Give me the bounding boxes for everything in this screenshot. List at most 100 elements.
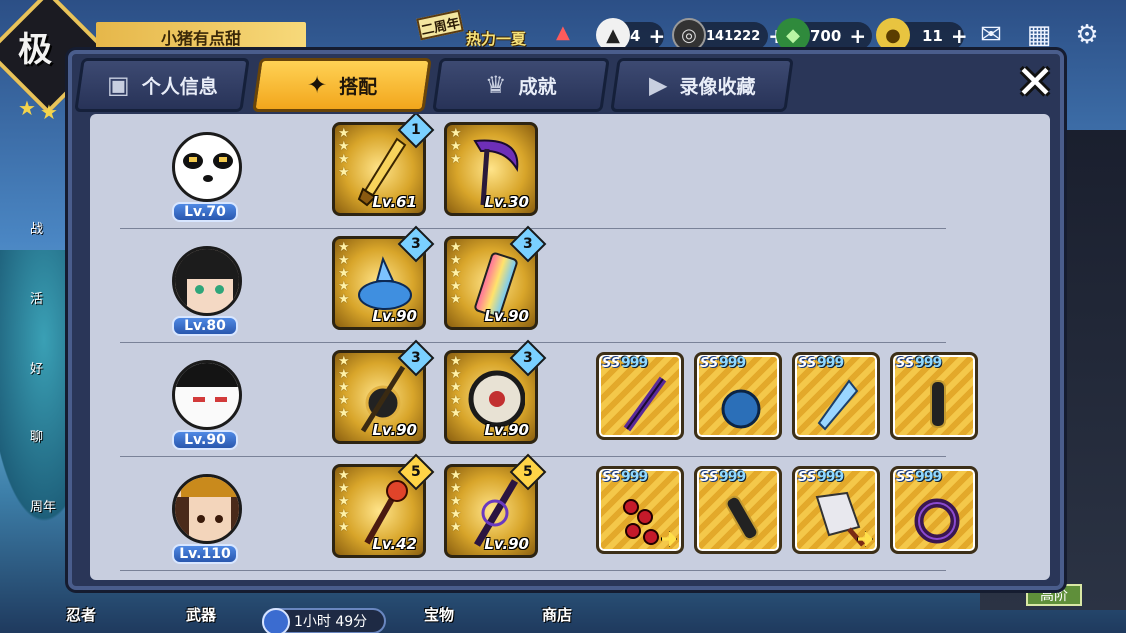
star-rating: ★ ★ ★	[450, 126, 462, 167]
weapon-card[interactable]: ★ ★ ★ Lv.30	[444, 122, 538, 216]
weapon-level: Lv.90	[484, 535, 529, 553]
weapon-level: Lv.90	[372, 421, 417, 439]
nav-ninja[interactable]: 忍者	[66, 604, 96, 625]
ninja-level: Lv.70	[172, 202, 238, 222]
lineup-row: Lv.90 ★ ★ ★ ★ ★ 3 Lv.90 ★ ★ ★ ★ ★ 3 Lv.90	[90, 339, 1050, 456]
weapon-card[interactable]: ★ ★ ★ ★ ★ 3 Lv.90	[332, 225, 435, 330]
lineup-row: Lv.110 ★ ★ ★ ★ ★ 5 Lv.42 ★ ★ ★ ★ ★ 5 Lv.90	[90, 453, 1050, 570]
scroll-grade: SS	[700, 356, 719, 371]
scroll-grade: SS	[896, 470, 915, 485]
row-divider	[120, 570, 946, 571]
lineup-panel: Lv.70 ★ ★ ★ ★ 1 Lv.61 ★ ★ ★ Lv.30 Lv.80 …	[90, 114, 1050, 580]
currency-coin[interactable]: ◎ 141222 +	[672, 18, 785, 52]
weapon-card[interactable]: ★ ★ ★ ★ ★ 3 Lv.90	[332, 339, 435, 444]
shop-icon[interactable]: ▦	[1020, 18, 1058, 52]
watermelon-icon: ▲	[556, 22, 570, 43]
weapon-card[interactable]: ★ ★ ★ ★ ★ 5 Lv.90	[444, 453, 547, 558]
clock-icon	[262, 608, 290, 633]
ninja-avatar[interactable]	[164, 122, 250, 212]
nav-shop[interactable]: 商店	[542, 604, 572, 625]
profile-icon: ▣	[106, 71, 130, 99]
weapon-level: Lv.61	[372, 193, 417, 211]
weapon-level: Lv.90	[484, 307, 529, 325]
ticket-icon: ●	[876, 18, 910, 52]
scroll-mark: 999	[719, 355, 746, 371]
currency-value: 141222	[706, 28, 761, 44]
black-scroll-icon	[930, 380, 946, 428]
lineup-row: Lv.80 ★ ★ ★ ★ ★ 3 Lv.90 ★ ★ ★ ★ ★ 3 Lv.90	[90, 225, 1050, 342]
add-icon[interactable]: +	[951, 24, 968, 48]
weapon-card[interactable]: ★ ★ ★ ★ ★ 3 Lv.90	[444, 339, 547, 444]
weapon-level: Lv.30	[484, 193, 529, 211]
tab-profile[interactable]: ▣ 个人信息	[74, 58, 250, 112]
currency-onigiri[interactable]: ▲ 4 +	[596, 18, 665, 52]
scroll-grade: SS	[896, 356, 915, 371]
timer-pill[interactable]: 1小时 49分	[262, 608, 386, 633]
scroll-grade: SS	[700, 470, 719, 485]
currency-gem[interactable]: ◆ 700 +	[776, 18, 872, 52]
bottom-nav: 忍者 武器 宝物 商店	[0, 590, 1126, 633]
event-banner[interactable]: 二周年 热力一夏 ▲	[416, 9, 578, 54]
tab-lineup[interactable]: ✦ 搭配	[252, 58, 432, 112]
scroll-card[interactable]: SS 999	[890, 352, 978, 440]
event-sign: 二周年	[416, 9, 464, 41]
nav-treasure[interactable]: 宝物	[424, 604, 454, 625]
scroll-card[interactable]: SS 999	[890, 466, 978, 554]
add-icon[interactable]: +	[849, 24, 866, 48]
panda-ninja-portrait	[172, 132, 242, 202]
weapon-card[interactable]: ★ ★ ★ ★ ★ 3 Lv.90	[444, 225, 547, 330]
scroll-mark: 999	[621, 469, 648, 485]
weapon-card[interactable]: ★ ★ ★ ★ 1 Lv.61	[332, 114, 435, 216]
tab-label: 成就	[518, 75, 557, 98]
rank-glyph: 极	[18, 30, 52, 70]
weapon-level: Lv.90	[372, 307, 417, 325]
rank-star-icon: ★	[40, 100, 58, 124]
crown-girl-ninja-portrait	[172, 474, 242, 544]
weapon-level: Lv.90	[484, 421, 529, 439]
tab-replays[interactable]: ▶ 录像收藏	[610, 58, 794, 112]
scroll-grade: SS	[798, 356, 817, 371]
currency-ticket[interactable]: ● 11 +	[876, 18, 968, 52]
scroll-grade: SS	[602, 470, 621, 485]
dark-ring-icon	[914, 498, 960, 544]
scroll-card[interactable]: SS 999	[694, 466, 782, 554]
lineup-row: Lv.70 ★ ★ ★ ★ 1 Lv.61 ★ ★ ★ Lv.30	[90, 114, 1050, 228]
weapon-card[interactable]: ★ ★ ★ ★ ★ 5 Lv.42	[332, 453, 435, 558]
ninja-avatar[interactable]	[164, 464, 250, 554]
star-rating: ★ ★ ★ ★ ★	[338, 240, 350, 307]
ninja-avatar[interactable]	[164, 350, 250, 440]
green-gem-icon: ◆	[776, 18, 810, 52]
scroll-mark: 999	[719, 469, 746, 485]
close-button[interactable]: ✕	[1010, 59, 1060, 106]
tab-achievements[interactable]: ♛ 成就	[432, 58, 610, 112]
add-icon[interactable]: +	[648, 24, 665, 48]
ninja-level: Lv.80	[172, 316, 238, 336]
scroll-card[interactable]: SS 999	[792, 466, 880, 554]
scroll-card[interactable]: SS 999	[694, 352, 782, 440]
player-name[interactable]: 小猪有点甜	[96, 22, 306, 52]
nav-weapons[interactable]: 武器	[186, 604, 216, 625]
trophy-icon: ♛	[485, 71, 507, 99]
tab-label: 录像收藏	[679, 75, 756, 98]
play-icon: ▶	[648, 71, 668, 99]
scroll-mark: 999	[817, 469, 844, 485]
star-rating: ★ ★ ★ ★	[338, 126, 350, 180]
ninja-level: Lv.90	[172, 430, 238, 450]
star-rating: ★ ★ ★ ★ ★	[450, 240, 462, 307]
ice-drill-icon	[817, 379, 859, 431]
tab-label: 个人信息	[141, 75, 218, 98]
star-rating: ★ ★ ★ ★ ★	[450, 468, 462, 535]
star-rating: ★ ★ ★ ★ ★	[338, 354, 350, 421]
mail-icon[interactable]: ✉	[972, 18, 1010, 52]
scroll-card[interactable]: SS 999	[596, 352, 684, 440]
scroll-card[interactable]: SS 999	[596, 466, 684, 554]
settings-gear-icon[interactable]: ⚙	[1068, 18, 1106, 52]
currency-value: 700	[810, 27, 842, 45]
purple-dagger-icon	[623, 376, 667, 432]
scroll-card[interactable]: SS 999	[792, 352, 880, 440]
currency-value: 11	[922, 27, 943, 45]
blue-orb-icon	[721, 389, 761, 429]
scroll-mark: 999	[915, 469, 942, 485]
star-rating: ★ ★ ★ ★ ★	[338, 468, 350, 535]
ninja-avatar[interactable]	[164, 236, 250, 326]
